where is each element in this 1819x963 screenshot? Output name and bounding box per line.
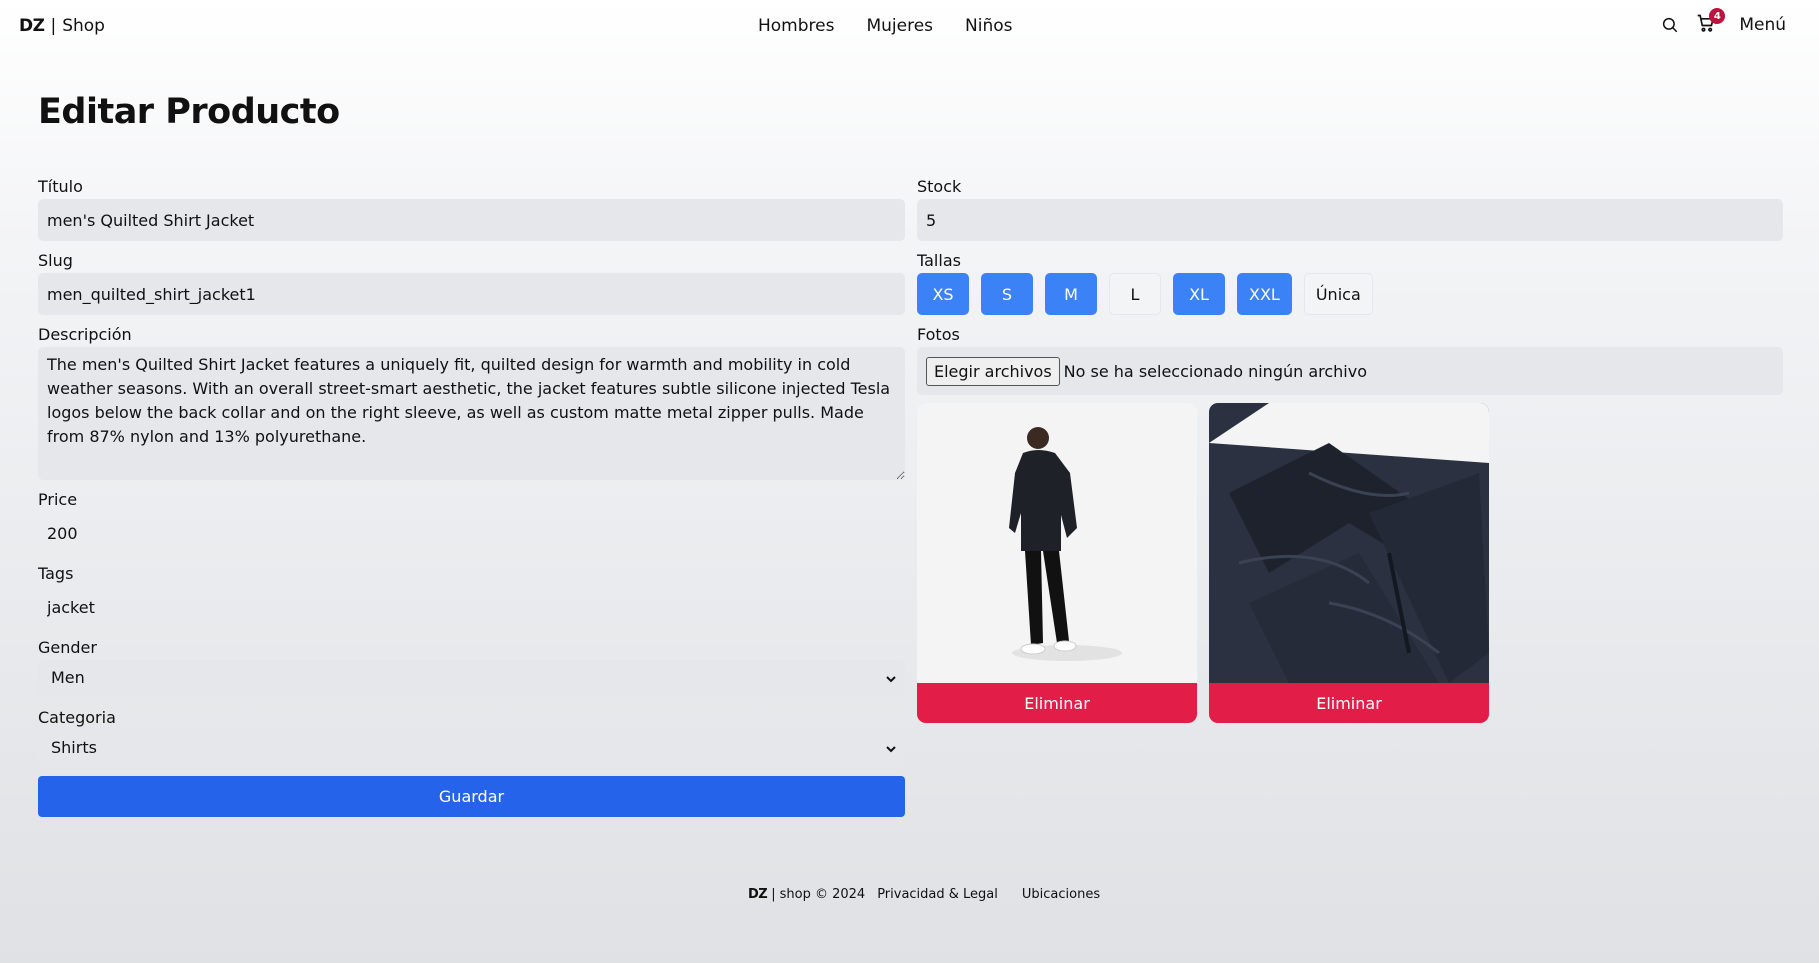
description-label: Descripción: [38, 325, 132, 344]
logo-mark: DZ: [19, 16, 45, 36]
footer-link-locations[interactable]: Ubicaciones: [1022, 887, 1100, 902]
photo-card: Eliminar: [1209, 403, 1489, 723]
size-selector: XS S M L XL XXL Única: [917, 273, 1783, 315]
delete-photo-button[interactable]: Eliminar: [917, 683, 1197, 723]
title-input[interactable]: [38, 199, 905, 241]
gender-select[interactable]: Men: [38, 660, 905, 697]
stock-label: Stock: [917, 177, 962, 196]
logo-text: Shop: [62, 16, 105, 36]
file-status-text: No se ha seleccionado ningún archivo: [1063, 361, 1368, 381]
category-selected-value: Shirts: [51, 738, 97, 757]
nav-actions: 4 Menú: [1659, 8, 1786, 36]
category-select[interactable]: Shirts: [38, 730, 905, 767]
sizes-label: Tallas: [917, 251, 961, 270]
size-button-xxl[interactable]: XXL: [1237, 273, 1292, 315]
product-photo-model: [917, 403, 1197, 683]
slug-label: Slug: [38, 251, 73, 270]
footer-logo-mark: DZ: [748, 887, 768, 902]
price-label: Price: [38, 490, 78, 509]
nav-link-mujeres[interactable]: Mujeres: [866, 16, 933, 36]
search-icon[interactable]: [1659, 14, 1681, 36]
photos-label: Fotos: [917, 325, 960, 344]
logo-separator: |: [50, 16, 57, 36]
category-label: Categoria: [38, 708, 116, 727]
nav-link-hombres[interactable]: Hombres: [758, 16, 834, 36]
size-button-unica[interactable]: Única: [1303, 273, 1373, 315]
product-form-right: Stock Tallas XS S M L XL XXL Única Fotos…: [917, 176, 1783, 723]
main-nav: Hombres Mujeres Niños: [758, 16, 1045, 36]
menu-button[interactable]: Menú: [1739, 15, 1786, 35]
save-button[interactable]: Guardar: [38, 776, 905, 817]
cart-button[interactable]: 4: [1695, 8, 1726, 36]
footer-link-privacy[interactable]: Privacidad & Legal: [877, 887, 998, 902]
slug-input[interactable]: [38, 273, 905, 315]
tags-label: Tags: [38, 564, 74, 583]
gender-selected-value: Men: [51, 668, 85, 687]
chevron-down-icon: [883, 671, 899, 687]
gender-label: Gender: [38, 638, 97, 657]
stock-input[interactable]: [917, 199, 1783, 241]
nav-link-ninos[interactable]: Niños: [965, 16, 1012, 36]
tags-input[interactable]: [38, 586, 905, 628]
size-button-s[interactable]: S: [981, 273, 1033, 315]
page-title: Editar Producto: [38, 92, 340, 132]
description-textarea[interactable]: The men's Quilted Shirt Jacket features …: [38, 347, 905, 480]
photo-card: Eliminar: [917, 403, 1197, 723]
choose-files-button[interactable]: Elegir archivos: [926, 356, 1060, 386]
price-input[interactable]: [38, 512, 905, 554]
size-button-m[interactable]: M: [1045, 273, 1097, 315]
footer: DZ | shop © 2024 Privacidad & Legal Ubic…: [748, 887, 1100, 902]
size-button-xl[interactable]: XL: [1173, 273, 1225, 315]
product-photo-detail: [1209, 403, 1489, 683]
delete-photo-button[interactable]: Eliminar: [1209, 683, 1489, 723]
photo-gallery: Eliminar Eliminar: [917, 403, 1783, 723]
cart-count-badge: 4: [1709, 8, 1726, 24]
logo-link[interactable]: DZ | Shop: [19, 16, 105, 36]
footer-brand: shop © 2024: [779, 887, 866, 902]
chevron-down-icon: [883, 741, 899, 757]
top-navbar: DZ | Shop Hombres Mujeres Niños 4 Menú: [0, 0, 1819, 54]
file-input: Elegir archivos No se ha seleccionado ni…: [917, 347, 1783, 395]
product-form-left: Título Slug Descripción The men's Quilte…: [38, 176, 905, 817]
footer-logo-separator: |: [771, 887, 776, 902]
title-label: Título: [38, 177, 83, 196]
size-button-xs[interactable]: XS: [917, 273, 969, 315]
size-button-l[interactable]: L: [1109, 273, 1161, 315]
